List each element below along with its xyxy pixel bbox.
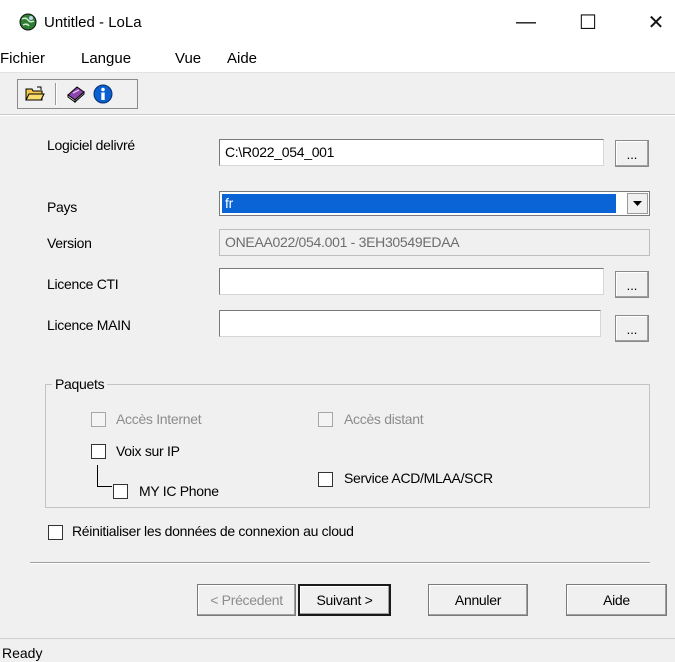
reinit-cloud-label[interactable]: Réinitialiser les données de connexion a… <box>72 523 354 539</box>
my-ic-phone-checkbox[interactable] <box>113 484 128 499</box>
status-text: Ready <box>2 645 43 661</box>
licence-cti-label: Licence CTI <box>47 276 119 292</box>
divider <box>30 562 650 564</box>
menu-vue[interactable]: Vue <box>175 50 201 67</box>
voix-sur-ip-label[interactable]: Voix sur IP <box>116 443 180 459</box>
minimize-button[interactable]: — <box>498 0 554 45</box>
toolbar-separator <box>55 83 57 105</box>
window-title: Untitled - LoLa <box>44 14 142 31</box>
logiciel-label: Logiciel delivré <box>47 137 135 153</box>
pays-select[interactable]: fr <box>219 191 650 216</box>
acces-internet-label: Accès Internet <box>116 411 202 427</box>
toolbar <box>0 73 675 115</box>
menu-langue[interactable]: Langue <box>81 50 131 67</box>
logiciel-browse-button[interactable]: ... <box>615 140 649 167</box>
annuler-button[interactable]: Annuler <box>428 584 528 616</box>
acces-distant-label: Accès distant <box>344 411 424 427</box>
licence-cti-input[interactable] <box>219 268 604 295</box>
precedent-button: < Précedent <box>197 584 296 616</box>
version-field: ONEAA022/054.001 - 3EH30549EDAA <box>219 229 650 256</box>
voix-sur-ip-checkbox[interactable] <box>91 444 106 459</box>
licence-cti-browse-button[interactable]: ... <box>615 271 649 298</box>
tree-connector-branch <box>97 486 112 487</box>
licence-main-label: Licence MAIN <box>47 317 131 333</box>
title-bar: Untitled - LoLa — ☐ ✕ <box>0 0 675 45</box>
logiciel-input[interactable]: C:\R022_054_001 <box>219 139 604 166</box>
service-acd-label[interactable]: Service ACD/MLAA/SCR <box>344 470 493 486</box>
service-acd-checkbox[interactable] <box>318 472 333 487</box>
menu-bar: Fichier Langue Vue Aide <box>0 45 675 73</box>
acces-internet-checkbox <box>91 412 106 427</box>
suivant-button[interactable]: Suivant > <box>298 584 391 616</box>
menu-aide[interactable]: Aide <box>227 50 257 67</box>
acces-distant-checkbox <box>318 412 333 427</box>
my-ic-phone-label[interactable]: MY IC Phone <box>139 483 219 499</box>
reinit-cloud-checkbox[interactable] <box>48 525 63 540</box>
info-icon[interactable] <box>91 83 115 105</box>
paquets-group-title: Paquets <box>52 376 108 392</box>
open-folder-icon[interactable] <box>23 83 47 105</box>
licence-main-browse-button[interactable]: ... <box>615 315 649 342</box>
toolbar-buttons <box>17 79 138 109</box>
maximize-button[interactable]: ☐ <box>560 0 616 45</box>
chevron-down-icon[interactable] <box>627 193 648 214</box>
pays-selected-value: fr <box>222 194 616 213</box>
aide-button[interactable]: Aide <box>566 584 667 616</box>
app-globe-icon <box>19 13 37 31</box>
tree-connector-line <box>97 465 98 486</box>
licence-main-input[interactable] <box>219 310 601 337</box>
status-bar: Ready <box>0 638 675 662</box>
book-icon[interactable] <box>64 83 88 105</box>
version-label: Version <box>47 235 92 251</box>
menu-fichier[interactable]: Fichier <box>0 50 45 67</box>
pays-label: Pays <box>47 199 77 215</box>
close-button[interactable]: ✕ <box>628 0 675 45</box>
